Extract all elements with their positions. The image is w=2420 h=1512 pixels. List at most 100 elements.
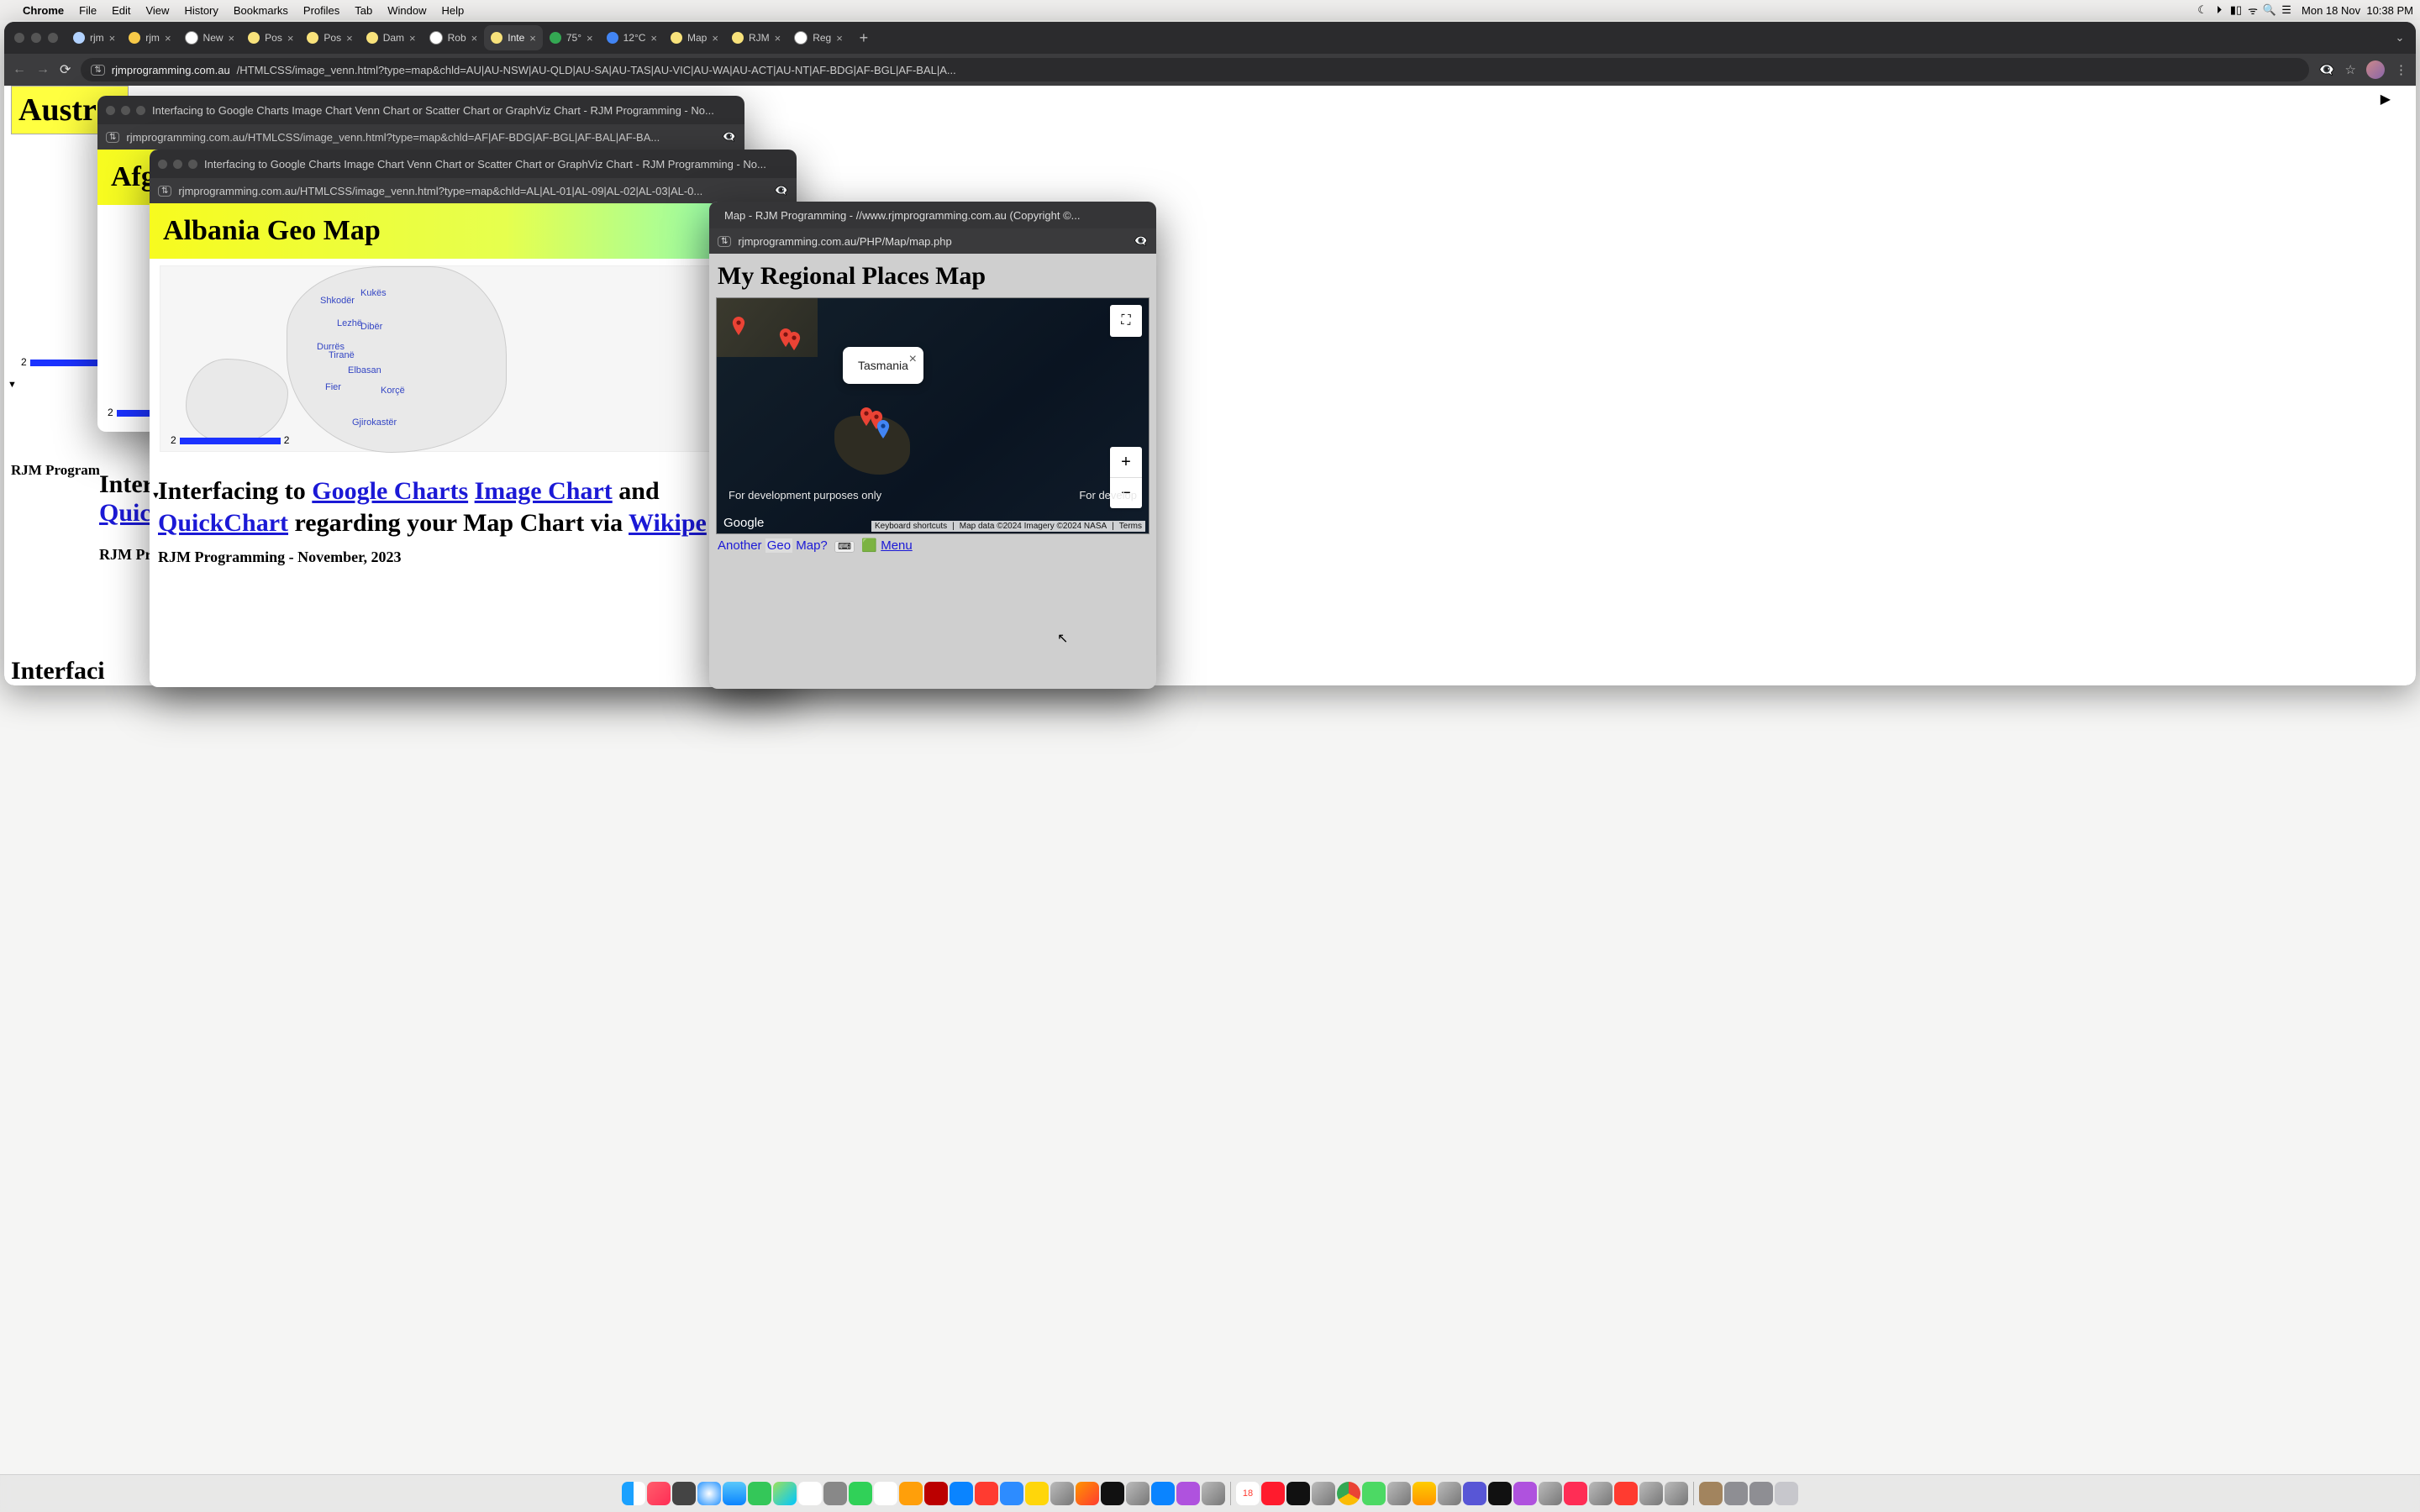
- media-icon[interactable]: ⏵: [2211, 3, 2228, 17]
- window-controls[interactable]: [158, 160, 197, 169]
- dock-folder[interactable]: [1724, 1482, 1748, 1505]
- close-icon[interactable]: ×: [471, 32, 478, 45]
- site-info-icon[interactable]: ⇅: [158, 186, 171, 197]
- star-icon[interactable]: ☆: [2345, 62, 2356, 77]
- reload-button[interactable]: ⟳: [60, 61, 71, 78]
- menu-tab[interactable]: Tab: [347, 4, 380, 17]
- menubar-date[interactable]: Mon 18 Nov 10:38 PM: [2295, 4, 2420, 17]
- dock-app-messages[interactable]: [748, 1482, 771, 1505]
- menu-file[interactable]: File: [71, 4, 104, 17]
- dock-app[interactable]: [1513, 1482, 1537, 1505]
- close-icon[interactable]: ×: [409, 32, 416, 45]
- dock-app[interactable]: [1665, 1482, 1688, 1505]
- another-geo-map-link[interactable]: Another Geo Map?: [718, 538, 828, 553]
- eye-off-icon[interactable]: 👁‍🗨: [2319, 62, 2335, 77]
- dock-app-appstore[interactable]: [950, 1482, 973, 1505]
- tab-5[interactable]: Dam×: [360, 25, 423, 50]
- dock-app[interactable]: [1312, 1482, 1335, 1505]
- zoom-in-button[interactable]: +: [1110, 447, 1142, 478]
- link-wikipedia[interactable]: Wikipe: [629, 509, 707, 537]
- spotlight-icon[interactable]: 🔍: [2261, 3, 2278, 17]
- dock-app[interactable]: [1050, 1482, 1074, 1505]
- dock-app-finder[interactable]: [622, 1482, 645, 1505]
- new-tab-button[interactable]: +: [853, 27, 875, 49]
- popup-url[interactable]: rjmprogramming.com.au/HTMLCSS/image_venn…: [178, 185, 767, 197]
- dock-app-tv[interactable]: [1101, 1482, 1124, 1505]
- dock-app-zoom[interactable]: [1000, 1482, 1023, 1505]
- menu-bookmarks[interactable]: Bookmarks: [226, 4, 296, 17]
- tab-8[interactable]: 75°×: [543, 25, 600, 50]
- dock-app[interactable]: [1589, 1482, 1612, 1505]
- menu-window[interactable]: Window: [380, 4, 434, 17]
- dock-trash[interactable]: [1775, 1482, 1798, 1505]
- close-icon[interactable]: ×: [287, 32, 294, 45]
- kebab-menu-icon[interactable]: ⋮: [2395, 62, 2407, 77]
- dock-app-preview[interactable]: [1362, 1482, 1386, 1505]
- tab-11[interactable]: RJM×: [725, 25, 787, 50]
- menu-profiles[interactable]: Profiles: [296, 4, 347, 17]
- dock-downloads[interactable]: [1699, 1482, 1723, 1505]
- dock-app[interactable]: [1438, 1482, 1461, 1505]
- dock-app[interactable]: [1564, 1482, 1587, 1505]
- link-image-chart[interactable]: Image Chart: [475, 477, 613, 505]
- tab-3[interactable]: Pos×: [241, 25, 300, 50]
- menu-help[interactable]: Help: [434, 4, 472, 17]
- map-pin[interactable]: [787, 332, 801, 350]
- menu-history[interactable]: History: [176, 4, 225, 17]
- tab-1[interactable]: rjm×: [122, 25, 177, 50]
- dock-app-news[interactable]: [975, 1482, 998, 1505]
- close-icon[interactable]: ×: [909, 352, 917, 367]
- close-icon[interactable]: ×: [775, 32, 781, 45]
- window-controls[interactable]: [9, 33, 66, 43]
- close-icon[interactable]: ×: [712, 32, 718, 45]
- battery-icon[interactable]: ▮▯: [2228, 3, 2244, 17]
- profile-avatar[interactable]: [2366, 60, 2385, 79]
- dock-app-keynote[interactable]: [1151, 1482, 1175, 1505]
- close-icon[interactable]: ×: [650, 32, 657, 45]
- dock-app[interactable]: [1639, 1482, 1663, 1505]
- dock-app[interactable]: [1387, 1482, 1411, 1505]
- link-google-charts[interactable]: Google Charts: [312, 477, 468, 505]
- terms-link[interactable]: Terms: [1119, 522, 1142, 531]
- google-map[interactable]: × Tasmania ⛶ + − For development purpose…: [716, 297, 1150, 534]
- control-center-icon[interactable]: ☰: [2278, 3, 2295, 17]
- dock-app-podcasts[interactable]: [1176, 1482, 1200, 1505]
- dock-app-audacity[interactable]: [1413, 1482, 1436, 1505]
- dock-app[interactable]: [1202, 1482, 1225, 1505]
- fullscreen-button[interactable]: ⛶: [1110, 305, 1142, 337]
- site-info-icon[interactable]: ⇅: [718, 236, 731, 247]
- popup-url[interactable]: rjmprogramming.com.au/HTMLCSS/image_venn…: [126, 131, 715, 144]
- tab-0[interactable]: rjm×: [66, 25, 122, 50]
- keyboard-shortcuts-link[interactable]: Keyboard shortcuts: [875, 522, 947, 531]
- dock-app-filezilla[interactable]: [924, 1482, 948, 1505]
- tab-6[interactable]: Rob×: [423, 25, 485, 50]
- dock-app-launchpad[interactable]: [823, 1482, 847, 1505]
- menu-link[interactable]: Menu: [881, 538, 913, 553]
- close-icon[interactable]: ×: [165, 32, 171, 45]
- eye-off-icon[interactable]: 👁‍🗨: [1134, 234, 1148, 248]
- dock-app[interactable]: [1539, 1482, 1562, 1505]
- close-icon[interactable]: ×: [836, 32, 843, 45]
- dock-app[interactable]: [1126, 1482, 1150, 1505]
- tab-9[interactable]: 12°C×: [600, 25, 664, 50]
- eye-off-icon[interactable]: 👁‍🗨: [723, 130, 736, 144]
- close-icon[interactable]: ×: [346, 32, 353, 45]
- site-info-icon[interactable]: ⇅: [106, 132, 119, 143]
- popup-window-albania[interactable]: Interfacing to Google Charts Image Chart…: [150, 150, 797, 687]
- dock-folder[interactable]: [1749, 1482, 1773, 1505]
- tab-list-button[interactable]: ⌄: [2389, 27, 2411, 49]
- dock-app-mail[interactable]: [723, 1482, 746, 1505]
- popup-url[interactable]: rjmprogramming.com.au/PHP/Map/map.php: [738, 235, 1127, 248]
- dock-app[interactable]: [1463, 1482, 1486, 1505]
- window-controls[interactable]: [106, 106, 145, 115]
- dock-app[interactable]: [1488, 1482, 1512, 1505]
- dock-app-textedit[interactable]: [874, 1482, 897, 1505]
- disclosure-triangle[interactable]: ▼: [151, 491, 160, 501]
- tab-10[interactable]: Map×: [664, 25, 725, 50]
- dnd-icon[interactable]: ☾: [2194, 3, 2211, 17]
- popup-window-map[interactable]: Map - RJM Programming - //www.rjmprogram…: [709, 202, 1156, 689]
- dock-app-terminal[interactable]: [1286, 1482, 1310, 1505]
- dock-app-maps[interactable]: [773, 1482, 797, 1505]
- map-pin[interactable]: [732, 317, 745, 335]
- dock-app-music[interactable]: [647, 1482, 671, 1505]
